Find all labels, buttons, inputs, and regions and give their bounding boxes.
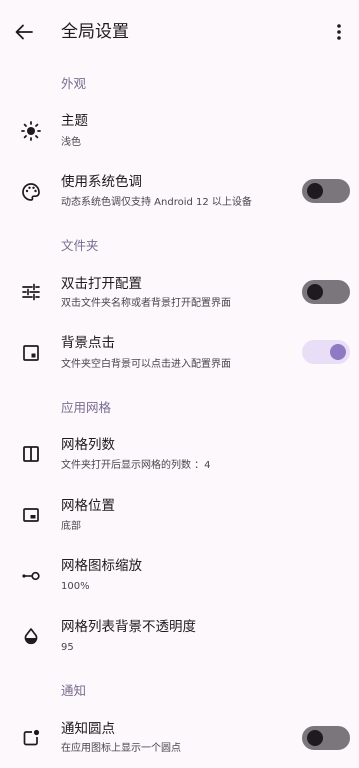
setting-theme[interactable]: 主题 浅色 (0, 104, 359, 160)
toggle-knob (307, 183, 323, 199)
setting-value: 文件夹打开后显示网格的列数 ：4 (61, 460, 211, 471)
more-vertical-icon (336, 24, 342, 40)
setting-double-click[interactable]: 双击打开配置 双击文件夹名称或者背景打开配置界面 (0, 264, 359, 320)
section-header-notification: 通知 (61, 683, 87, 698)
setting-label: 网格图标缩放 (61, 558, 142, 574)
toggle-knob (307, 730, 323, 746)
setting-value: 双击文件夹名称或者背景打开配置界面 (61, 298, 231, 309)
background-click-toggle[interactable] (302, 340, 350, 364)
setting-label: 使用系统色调 (61, 174, 142, 190)
system-color-toggle[interactable] (302, 179, 350, 203)
setting-grid-position[interactable]: 网格位置 底部 (0, 489, 359, 545)
setting-background-click[interactable]: 背景点击 文件夹空白背景可以点击进入配置界面 (0, 326, 359, 382)
setting-label: 网格列数 (61, 437, 115, 453)
setting-label: 通知圆点 (61, 721, 115, 737)
bottom-panel-icon (18, 502, 44, 528)
page-title: 全局设置 (61, 22, 129, 42)
setting-label: 双击打开配置 (61, 276, 142, 292)
setting-grid-icon-scale[interactable]: 网格图标缩放 100% (0, 549, 359, 605)
setting-value: 底部 (61, 521, 81, 532)
palette-icon (18, 179, 44, 205)
toggle-knob (307, 284, 323, 300)
setting-notification-dot[interactable]: 通知圆点 在应用图标上显示一个圆点 (0, 712, 359, 768)
opacity-drop-icon (18, 623, 44, 649)
setting-label: 网格位置 (61, 498, 115, 514)
app-bar: 全局设置 (0, 0, 359, 64)
section-header-appearance: 外观 (61, 76, 87, 91)
setting-grid-columns[interactable]: 网格列数 文件夹打开后显示网格的列数 ：4 (0, 428, 359, 484)
section-header-grid: 应用网格 (61, 400, 112, 415)
arrow-left-icon (15, 24, 33, 40)
notification-dot-icon (18, 725, 44, 751)
setting-label: 主题 (61, 113, 88, 129)
double-click-toggle[interactable] (302, 280, 350, 304)
sliders-icon (18, 279, 44, 305)
sun-icon (18, 118, 44, 144)
setting-value: 100% (61, 581, 90, 592)
setting-value: 浅色 (61, 137, 81, 148)
setting-label: 网格列表背景不透明度 (61, 619, 196, 635)
section-header-folder: 文件夹 (61, 238, 99, 253)
setting-value: 95 (61, 642, 74, 653)
setting-value: 在应用图标上显示一个圆点 (61, 743, 181, 754)
setting-system-color[interactable]: 使用系统色调 动态系统色调仅支持 Android 12 以上设备 (0, 165, 359, 221)
scale-slider-icon (18, 563, 44, 589)
toggle-knob (330, 344, 346, 360)
setting-value: 文件夹空白背景可以点击进入配置界面 (61, 359, 231, 370)
notification-dot-toggle[interactable] (302, 726, 350, 750)
columns-icon (18, 441, 44, 467)
square-corner-icon (18, 340, 44, 366)
setting-value: 动态系统色调仅支持 Android 12 以上设备 (61, 197, 252, 208)
back-button[interactable] (8, 16, 40, 48)
setting-grid-bg-opacity[interactable]: 网格列表背景不透明度 95 (0, 610, 359, 666)
more-options-button[interactable] (325, 16, 353, 48)
setting-label: 背景点击 (61, 335, 115, 351)
